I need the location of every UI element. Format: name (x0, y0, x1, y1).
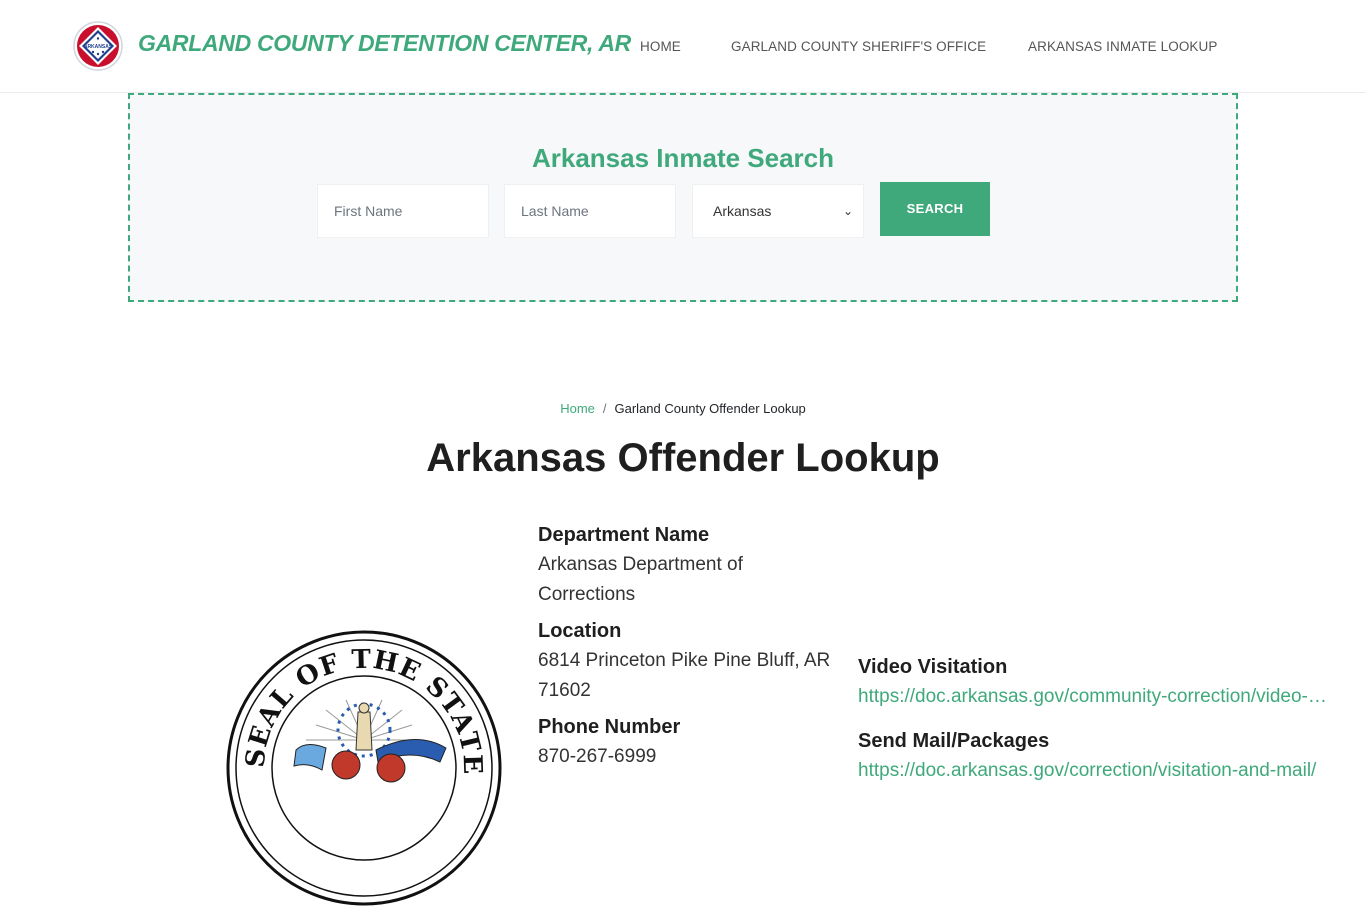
send-mail-link[interactable]: https://doc.arkansas.gov/correction/visi… (858, 756, 1328, 786)
inmate-search-panel: Arkansas Inmate Search First Name Last N… (128, 93, 1238, 302)
search-button[interactable]: SEARCH (880, 182, 990, 236)
logo-text: ARKANSAS (84, 44, 113, 50)
department-info: Department Name Arkansas Department of C… (538, 520, 838, 778)
arkansas-flag-logo-icon[interactable]: ARKANSAS (73, 21, 123, 71)
location-label: Location (538, 620, 622, 642)
page-title: Arkansas Offender Lookup (426, 436, 940, 480)
breadcrumb-current: Garland County Offender Lookup (614, 401, 806, 416)
breadcrumb-home-link[interactable]: Home (560, 401, 595, 416)
chevron-down-icon: ⌄ (842, 204, 853, 218)
search-title: Arkansas Inmate Search (531, 143, 835, 173)
site-title[interactable]: GARLAND COUNTY DETENTION CENTER, AR (138, 30, 631, 57)
last-name-input[interactable]: Last Name (504, 184, 676, 238)
state-select-value: Arkansas (713, 203, 772, 219)
visitation-info: Video Visitation https://doc.arkansas.go… (858, 652, 1328, 800)
department-label: Department Name (538, 524, 710, 546)
site-header: ARKANSAS GARLAND COUNTY DETENTION CENTER… (0, 0, 1366, 93)
phone-label: Phone Number (538, 716, 681, 738)
breadcrumb-separator: / (602, 401, 607, 416)
video-visitation-link[interactable]: https://doc.arkansas.gov/community-corre… (858, 682, 1328, 712)
first-name-input[interactable]: First Name (317, 184, 489, 238)
department-value: Arkansas Department of Corrections (538, 554, 743, 605)
breadcrumb: Home / Garland County Offender Lookup (0, 401, 1366, 416)
state-select[interactable]: Arkansas ⌄ (692, 184, 864, 238)
nav-inmate-lookup[interactable]: ARKANSAS INMATE LOOKUP (1028, 39, 1218, 54)
arkansas-state-seal-icon: SEAL OF THE STATE OF ARKANSAS (226, 630, 502, 906)
nav-sheriffs-office[interactable]: GARLAND COUNTY SHERIFF'S OFFICE (731, 39, 986, 54)
send-mail-label: Send Mail/Packages (858, 730, 1050, 752)
nav-home[interactable]: HOME (640, 39, 681, 54)
video-visitation-label: Video Visitation (858, 656, 1008, 678)
location-value: 6814 Princeton Pike Pine Bluff, AR 71602 (538, 650, 831, 701)
